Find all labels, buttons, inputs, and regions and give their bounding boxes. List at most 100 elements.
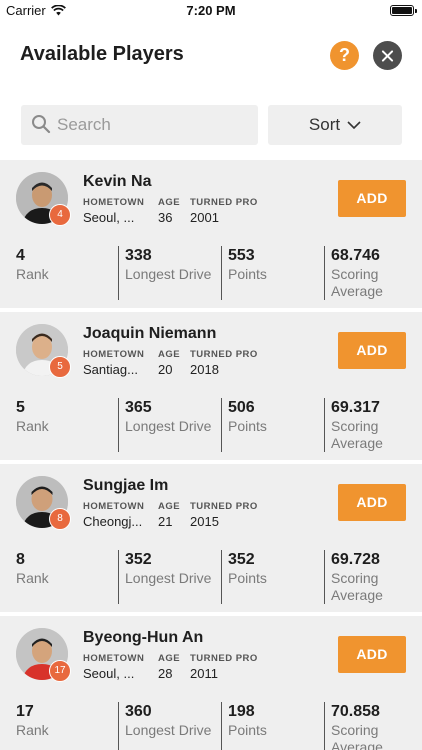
scoring-label-line1: Scoring — [331, 570, 379, 586]
rank-value: 17 — [16, 703, 34, 720]
turned-pro-label: TURNED PRO — [190, 653, 258, 664]
stat-divider — [324, 702, 325, 750]
longest-drive-value: 360 — [125, 703, 152, 720]
turned-pro-value: 2018 — [190, 362, 219, 377]
stat-divider — [118, 398, 119, 452]
status-bar: Carrier 7:20 PM — [0, 0, 422, 22]
scoring-label-line1: Scoring — [331, 722, 379, 738]
player-name: Joaquin Niemann — [83, 325, 217, 342]
stat-divider — [221, 702, 222, 750]
scoring-average-label: Scoring Average — [331, 418, 383, 452]
rank-label: Rank — [16, 418, 49, 434]
hometown-value: Cheongj... — [83, 514, 143, 529]
add-player-button[interactable]: ADD — [338, 484, 406, 521]
hometown-label: HOMETOWN — [83, 501, 145, 512]
scoring-average-label: Scoring Average — [331, 570, 383, 604]
rank-badge: 4 — [49, 204, 71, 226]
rank-value: 4 — [16, 247, 25, 264]
scoring-average-value: 69.317 — [331, 399, 380, 416]
age-label: AGE — [158, 197, 181, 208]
close-button[interactable] — [373, 41, 402, 70]
longest-drive-label: Longest Drive — [125, 418, 212, 434]
hometown-value: Seoul, ... — [83, 210, 135, 225]
rank-badge: 8 — [49, 508, 71, 530]
search-input[interactable] — [57, 105, 252, 145]
scoring-average-label: Scoring Average — [331, 266, 383, 300]
player-name: Kevin Na — [83, 173, 152, 190]
player-card: 4 Kevin Na HOMETOWN AGE TURNED PRO Seoul… — [0, 160, 422, 308]
hometown-value: Seoul, ... — [83, 666, 135, 681]
stat-divider — [221, 550, 222, 604]
turned-pro-label: TURNED PRO — [190, 349, 258, 360]
search-icon — [32, 115, 51, 134]
longest-drive-label: Longest Drive — [125, 570, 212, 586]
points-label: Points — [228, 570, 267, 586]
stat-divider — [324, 398, 325, 452]
points-label: Points — [228, 266, 267, 282]
player-card: 5 Joaquin Niemann HOMETOWN AGE TURNED PR… — [0, 312, 422, 460]
points-label: Points — [228, 418, 267, 434]
age-value: 36 — [158, 210, 173, 225]
points-value: 553 — [228, 247, 255, 264]
scoring-average-value: 69.728 — [331, 551, 380, 568]
turned-pro-value: 2001 — [190, 210, 219, 225]
stat-divider — [118, 550, 119, 604]
rank-value: 8 — [16, 551, 25, 568]
player-card: 8 Sungjae Im HOMETOWN AGE TURNED PRO Che… — [0, 464, 422, 612]
scoring-average-value: 68.746 — [331, 247, 380, 264]
age-value: 28 — [158, 666, 173, 681]
search-box[interactable] — [21, 105, 258, 145]
age-value: 20 — [158, 362, 173, 377]
player-card: 17 Byeong-Hun An HOMETOWN AGE TURNED PRO… — [0, 616, 422, 750]
add-player-button[interactable]: ADD — [338, 180, 406, 217]
scoring-label-line2: Average — [331, 739, 383, 750]
player-name: Sungjae Im — [83, 477, 169, 494]
sort-button[interactable]: Sort — [268, 105, 402, 145]
scoring-label-line2: Average — [331, 587, 383, 603]
scoring-label-line1: Scoring — [331, 266, 379, 282]
header: Available Players ? — [0, 22, 422, 90]
turned-pro-value: 2015 — [190, 514, 219, 529]
longest-drive-label: Longest Drive — [125, 722, 212, 738]
hometown-label: HOMETOWN — [83, 653, 145, 664]
rank-badge: 17 — [49, 660, 71, 682]
age-label: AGE — [158, 349, 181, 360]
help-button[interactable]: ? — [330, 41, 359, 70]
stat-divider — [324, 550, 325, 604]
points-label: Points — [228, 722, 267, 738]
turned-pro-label: TURNED PRO — [190, 501, 258, 512]
points-value: 352 — [228, 551, 255, 568]
hometown-label: HOMETOWN — [83, 349, 145, 360]
age-label: AGE — [158, 653, 181, 664]
stat-divider — [221, 398, 222, 452]
age-value: 21 — [158, 514, 173, 529]
add-player-button[interactable]: ADD — [338, 332, 406, 369]
chevron-down-icon — [347, 121, 361, 129]
status-time: 7:20 PM — [186, 3, 236, 18]
turned-pro-label: TURNED PRO — [190, 197, 258, 208]
scoring-label-line1: Scoring — [331, 418, 379, 434]
rank-label: Rank — [16, 570, 49, 586]
sort-label: Sort — [308, 115, 341, 134]
points-value: 506 — [228, 399, 255, 416]
rank-label: Rank — [16, 266, 49, 282]
longest-drive-value: 365 — [125, 399, 152, 416]
scoring-label-line2: Average — [331, 435, 383, 451]
longest-drive-value: 338 — [125, 247, 152, 264]
stat-divider — [221, 246, 222, 300]
stat-divider — [324, 246, 325, 300]
stat-divider — [118, 702, 119, 750]
page-title: Available Players — [20, 43, 184, 65]
scoring-average-label: Scoring Average — [331, 722, 383, 750]
battery-icon — [390, 5, 417, 16]
stat-divider — [118, 246, 119, 300]
turned-pro-value: 2011 — [190, 666, 218, 681]
points-value: 198 — [228, 703, 255, 720]
scoring-average-value: 70.858 — [331, 703, 380, 720]
longest-drive-value: 352 — [125, 551, 152, 568]
add-player-button[interactable]: ADD — [338, 636, 406, 673]
player-name: Byeong-Hun An — [83, 629, 204, 646]
rank-badge: 5 — [49, 356, 71, 378]
rank-label: Rank — [16, 722, 49, 738]
hometown-value: Santiag... — [83, 362, 138, 377]
